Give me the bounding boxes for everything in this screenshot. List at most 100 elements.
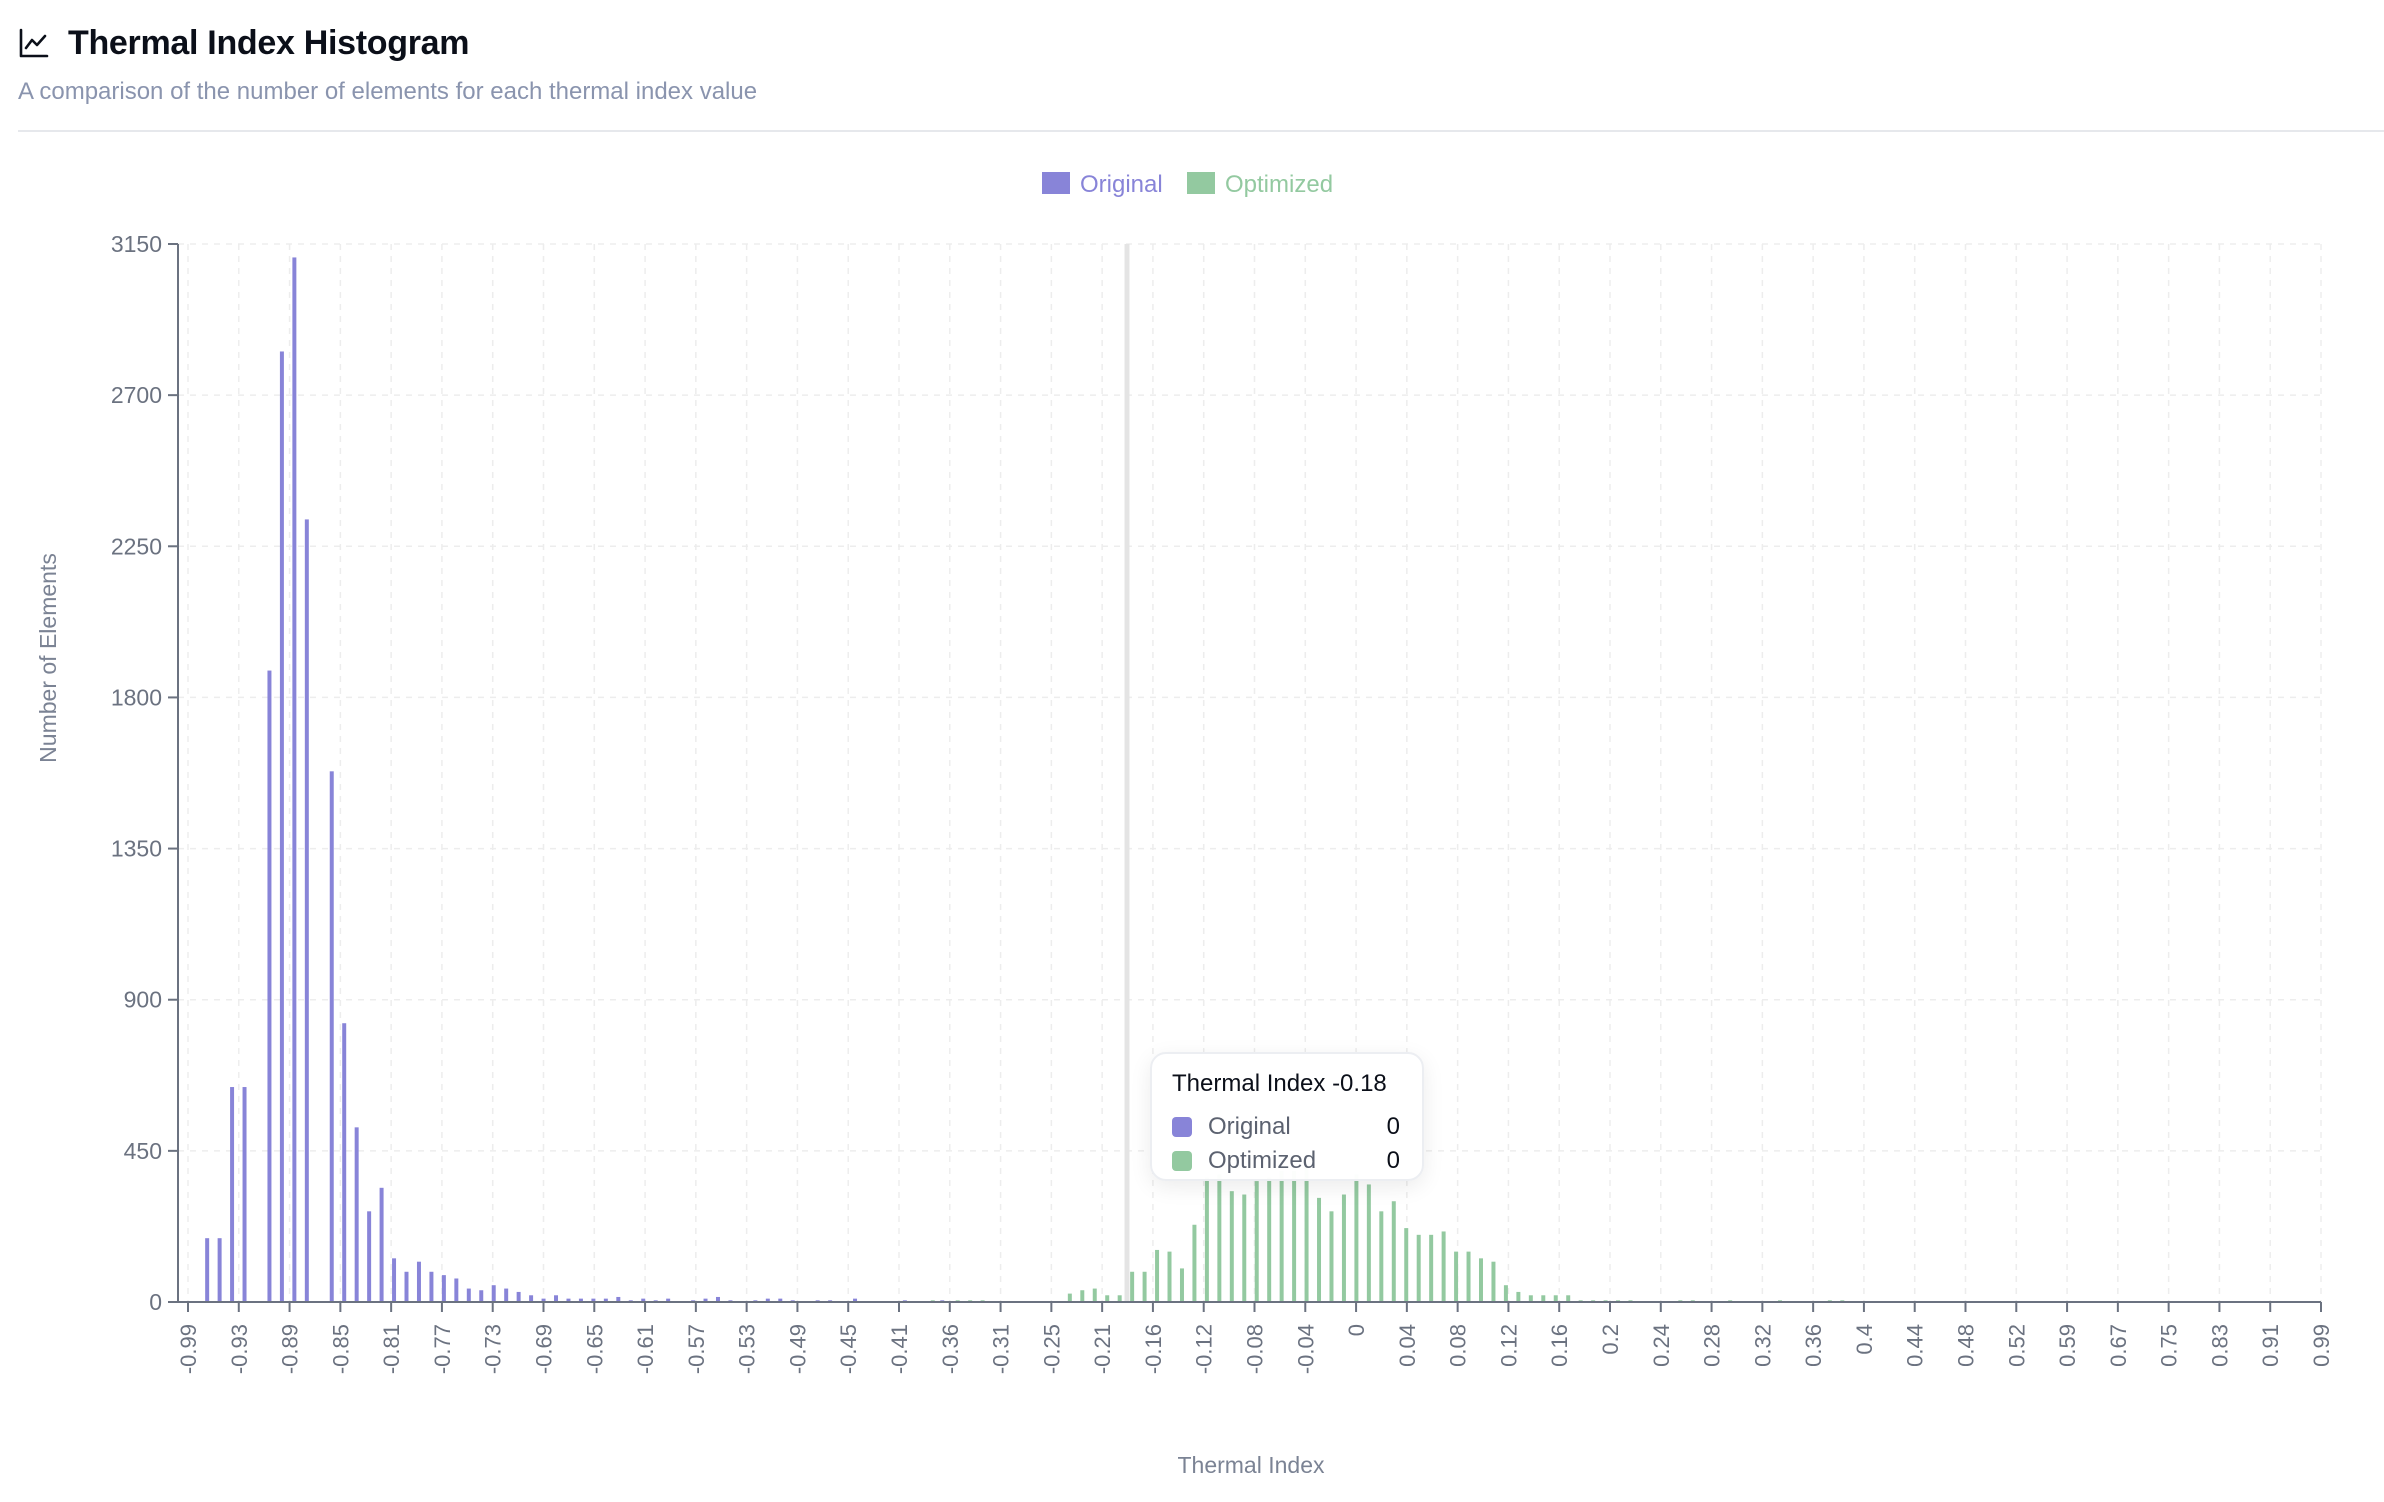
x-tick-label: -0.04 — [1293, 1324, 1318, 1374]
bar-optimized[interactable] — [1167, 1251, 1172, 1302]
bar-original[interactable] — [217, 1238, 222, 1302]
bar-optimized[interactable] — [1341, 1194, 1346, 1302]
bar-optimized[interactable] — [1366, 1184, 1371, 1302]
x-tick-label: 0.12 — [1496, 1324, 1521, 1367]
bar-optimized[interactable] — [1391, 1201, 1396, 1302]
bar-optimized[interactable] — [1067, 1293, 1072, 1302]
bar-optimized[interactable] — [1142, 1271, 1147, 1302]
bar-optimized[interactable] — [1317, 1197, 1322, 1302]
bar-optimized[interactable] — [1354, 1174, 1359, 1302]
bar-optimized[interactable] — [1541, 1295, 1546, 1302]
legend-swatch — [1187, 172, 1215, 194]
bar-original[interactable] — [516, 1291, 521, 1302]
x-tick-label: -0.45 — [836, 1324, 861, 1374]
x-tick-label: 0 — [1344, 1324, 1369, 1336]
bar-optimized[interactable] — [1179, 1268, 1184, 1302]
bar-optimized[interactable] — [1117, 1295, 1122, 1302]
bar-optimized[interactable] — [1404, 1228, 1409, 1302]
y-tick-label: 900 — [124, 987, 162, 1013]
bar-optimized[interactable] — [1553, 1295, 1558, 1302]
bar-original[interactable] — [466, 1288, 471, 1302]
bar-optimized[interactable] — [1267, 1177, 1272, 1302]
bar-original[interactable] — [267, 670, 272, 1302]
bar-optimized[interactable] — [1379, 1211, 1384, 1302]
bar-optimized[interactable] — [1503, 1285, 1508, 1302]
bar-original[interactable] — [279, 351, 284, 1302]
x-tick-label: 0.16 — [1547, 1324, 1572, 1367]
bar-original[interactable] — [354, 1127, 359, 1302]
bar-original[interactable] — [479, 1290, 484, 1302]
bar-original[interactable] — [379, 1187, 384, 1302]
bar-original[interactable] — [404, 1271, 409, 1302]
bar-original[interactable] — [329, 771, 334, 1302]
bar-optimized[interactable] — [1192, 1224, 1197, 1302]
bar-optimized[interactable] — [1441, 1231, 1446, 1302]
x-tick-label: 0.52 — [2004, 1324, 2029, 1367]
bar-original[interactable] — [242, 1087, 247, 1302]
bar-optimized[interactable] — [1329, 1211, 1334, 1302]
bar-optimized[interactable] — [1105, 1295, 1110, 1302]
bars-group[interactable] — [205, 257, 1845, 1302]
bar-original[interactable] — [429, 1271, 434, 1302]
bar-original[interactable] — [342, 1023, 347, 1302]
bar-optimized[interactable] — [1155, 1249, 1160, 1302]
x-tick-label: -0.65 — [582, 1324, 607, 1374]
optimized-swatch — [1172, 1151, 1192, 1171]
bar-original[interactable] — [304, 519, 309, 1302]
bar-optimized[interactable] — [1566, 1295, 1571, 1302]
bar-optimized[interactable] — [1466, 1251, 1471, 1302]
bar-optimized[interactable] — [1229, 1191, 1234, 1302]
legend-label[interactable]: Optimized — [1225, 171, 1333, 198]
x-tick-label: 0.32 — [1750, 1324, 1775, 1367]
bar-optimized[interactable] — [1080, 1290, 1085, 1302]
bar-optimized[interactable] — [1217, 1174, 1222, 1302]
bar-optimized[interactable] — [1429, 1234, 1434, 1302]
x-tick-label: -0.73 — [481, 1324, 506, 1374]
x-tick-label: 0.83 — [2207, 1324, 2232, 1367]
x-tick-label: -0.57 — [684, 1324, 709, 1374]
x-tick-label: -0.12 — [1192, 1324, 1217, 1374]
tooltip-value: 0 — [1386, 1147, 1400, 1174]
bar-original[interactable] — [205, 1238, 210, 1302]
legend-label[interactable]: Original — [1080, 171, 1163, 198]
bar-optimized[interactable] — [1292, 1171, 1297, 1302]
bar-optimized[interactable] — [1254, 1181, 1259, 1302]
bar-original[interactable] — [392, 1258, 397, 1302]
x-tick-label: -0.31 — [989, 1324, 1014, 1374]
chart-header: Thermal Index Histogram A comparison of … — [18, 18, 2384, 106]
bar-original[interactable] — [491, 1285, 496, 1302]
bar-optimized[interactable] — [1279, 1171, 1284, 1302]
x-tick-label: 0.24 — [1649, 1324, 1674, 1367]
bar-original[interactable] — [292, 257, 297, 1302]
bar-optimized[interactable] — [1242, 1194, 1247, 1302]
bar-optimized[interactable] — [1416, 1234, 1421, 1302]
bar-original[interactable] — [454, 1278, 459, 1302]
bar-optimized[interactable] — [1516, 1291, 1521, 1302]
bar-optimized[interactable] — [1491, 1261, 1496, 1302]
bar-original[interactable] — [441, 1275, 446, 1302]
x-tick-label: 0.99 — [2309, 1324, 2334, 1367]
bar-original[interactable] — [367, 1211, 372, 1302]
bar-original[interactable] — [554, 1295, 559, 1302]
axes: 0 450 900 1350 1800 2250 2700 3150 -0.99 -0.93 -0.… — [111, 231, 2334, 1374]
original-swatch — [1172, 1117, 1192, 1137]
x-tick-label: -0.53 — [735, 1324, 760, 1374]
bar-original[interactable] — [416, 1261, 421, 1302]
histogram-chart[interactable]: 0 450 900 1350 1800 2250 2700 3150 -0.99 -0.93 -0.… — [0, 150, 2384, 1502]
bar-optimized[interactable] — [1130, 1271, 1135, 1302]
bar-original[interactable] — [504, 1288, 509, 1302]
x-tick-label: -0.36 — [938, 1324, 963, 1374]
bar-original[interactable] — [230, 1087, 235, 1302]
bar-optimized[interactable] — [1528, 1295, 1533, 1302]
bar-optimized[interactable] — [1454, 1251, 1459, 1302]
y-tick-label: 450 — [124, 1138, 162, 1164]
bar-original[interactable] — [529, 1295, 534, 1302]
legend[interactable]: Original Optimized — [1042, 171, 1333, 198]
bar-optimized[interactable] — [1204, 1177, 1209, 1302]
header-divider — [18, 130, 2384, 132]
tooltip: Thermal Index -0.18 Original 0 Optimized… — [1150, 1052, 1424, 1181]
x-tick-label: -0.49 — [785, 1324, 810, 1374]
bar-optimized[interactable] — [1479, 1258, 1483, 1302]
bar-optimized[interactable] — [1092, 1288, 1097, 1302]
bar-optimized[interactable] — [1304, 1167, 1309, 1302]
